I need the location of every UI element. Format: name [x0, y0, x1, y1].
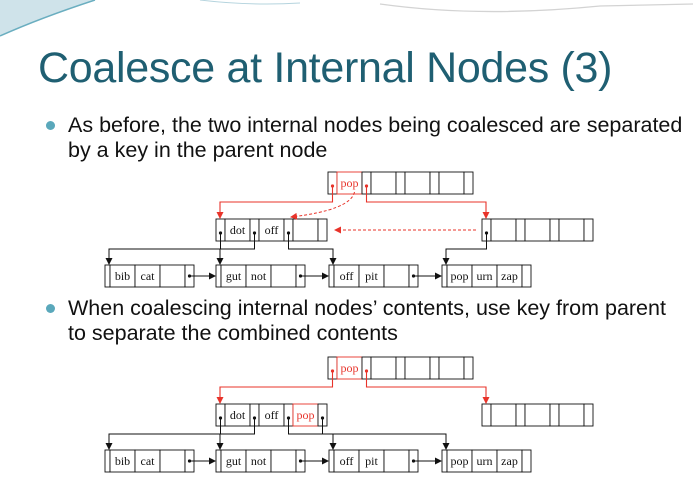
leaf-node: pop urn zap [441, 449, 532, 473]
child-pointer [105, 418, 221, 450]
key-label: pop [297, 408, 315, 422]
key-cell [292, 218, 319, 242]
leaf-next-cell [521, 264, 532, 288]
pointer-cell [549, 403, 560, 427]
key-label: dot [230, 408, 246, 422]
pointer-cell [583, 218, 594, 242]
left-internal-node: dot off [215, 218, 328, 242]
key-cell [558, 403, 585, 427]
pointer-cell [515, 403, 526, 427]
leaf-key-label: gut [226, 454, 242, 468]
diagram-before-coalesce: popdot offbib cat gut not off pit pop urn zap [104, 171, 594, 288]
leaf-pad-cell [328, 264, 335, 288]
pointer-cell [395, 171, 406, 195]
leaf-key-label: urn [477, 454, 493, 468]
pointer-cell [481, 403, 492, 427]
key-cell [370, 356, 397, 380]
key-cell [404, 356, 431, 380]
pointer-cell [317, 218, 328, 242]
leaf-key-label: bib [115, 269, 130, 283]
key-label: pop [341, 361, 359, 375]
leaf-key-label: pop [451, 269, 469, 283]
leaf-node: off pit [328, 449, 419, 473]
leaf-key-label: cat [141, 269, 156, 283]
child-pointer [442, 233, 487, 265]
key-cell [490, 218, 517, 242]
leaf-node: pop urn zap [441, 264, 532, 288]
leaf-key-label: pop [451, 454, 469, 468]
leaf-pad-cell [441, 264, 448, 288]
pointer-cell [395, 356, 406, 380]
leaf-node: off pit [328, 264, 419, 288]
leaf-key-cell [383, 264, 410, 288]
btree-diagrams: popdot offbib cat gut not off pit pop urn zap pop… [104, 171, 594, 473]
parent-node: pop [327, 356, 474, 380]
parent-left-edge [216, 371, 334, 404]
leaf-node: bib cat [104, 449, 195, 473]
leaf-node: gut not [215, 449, 306, 473]
leaf-key-label: urn [477, 269, 493, 283]
leaf-key-cell [270, 449, 297, 473]
leaf-key-label: not [251, 454, 267, 468]
leaf-key-label: zap [501, 269, 518, 283]
leaf-key-cell [159, 449, 186, 473]
key-cell [524, 403, 551, 427]
child-pointer [322, 418, 450, 450]
empty-internal-node [481, 403, 594, 427]
pointer-cell [463, 171, 474, 195]
key-cell [438, 356, 465, 380]
key-cell [524, 218, 551, 242]
leaf-pad-cell [215, 449, 222, 473]
key-label: pop [341, 176, 359, 190]
leaf-key-cell [270, 264, 297, 288]
leaf-key-label: not [251, 269, 267, 283]
merged-internal-node: dot off pop [215, 403, 328, 427]
key-label: off [265, 408, 279, 422]
leaf-key-label: gut [226, 269, 242, 283]
pointer-cell [549, 218, 560, 242]
right-internal-node [481, 218, 594, 242]
key-label: off [265, 223, 279, 237]
key-move-arrow [290, 191, 355, 220]
key-cell [404, 171, 431, 195]
pointer-cell [429, 356, 440, 380]
pointer-cell [463, 356, 474, 380]
leaf-key-label: off [340, 269, 354, 283]
leaf-key-label: bib [115, 454, 130, 468]
leaf-pad-cell [441, 449, 448, 473]
key-label: dot [230, 223, 246, 237]
pointer-cell [583, 403, 594, 427]
leaf-pad-cell [328, 449, 335, 473]
leaf-key-label: zap [501, 454, 518, 468]
pointer-cell [515, 218, 526, 242]
leaf-node: gut not [215, 264, 306, 288]
leaf-key-cell [383, 449, 410, 473]
leaf-pad-cell [104, 449, 111, 473]
leaf-pad-cell [104, 264, 111, 288]
leaf-node: bib cat [104, 264, 195, 288]
leaf-next-cell [521, 449, 532, 473]
leaf-key-label: pit [365, 269, 378, 283]
leaf-key-label: cat [141, 454, 156, 468]
leaf-key-label: off [340, 454, 354, 468]
key-cell [558, 218, 585, 242]
key-cell [490, 403, 517, 427]
leaf-key-label: pit [365, 454, 378, 468]
key-cell [370, 171, 397, 195]
leaf-pad-cell [215, 264, 222, 288]
parent-node: pop [327, 171, 474, 195]
diagram-after-coalesce: popdot off popbib cat gut not off pit pop urn zap [104, 356, 594, 473]
child-pointer [105, 233, 221, 265]
pointer-cell [429, 171, 440, 195]
leaf-key-cell [159, 264, 186, 288]
key-cell [438, 171, 465, 195]
